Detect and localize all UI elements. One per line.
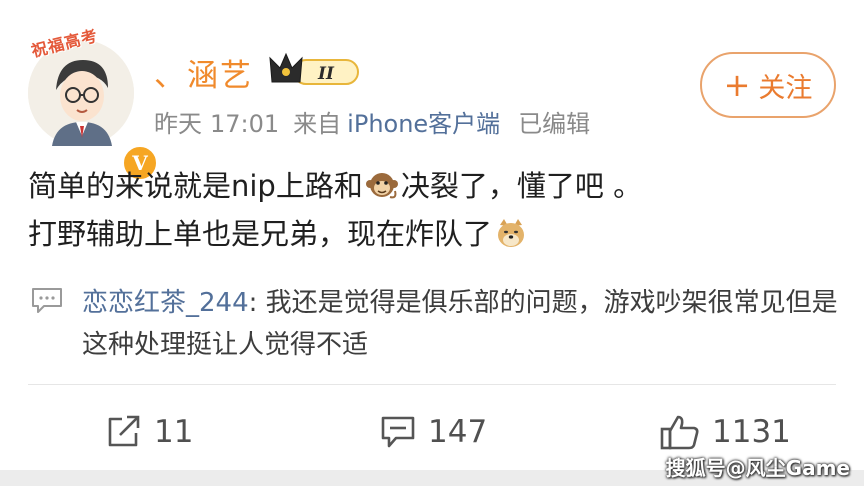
share-count: 11: [154, 414, 194, 450]
like-button[interactable]: 1131: [660, 412, 791, 452]
doge-emoji-icon: [498, 219, 525, 247]
crown-rank-badge-icon[interactable]: II: [268, 52, 362, 88]
comment-separator: :: [248, 288, 266, 318]
post-day: 昨天: [154, 110, 202, 138]
follow-button[interactable]: + 关注: [700, 52, 836, 118]
like-count: 1131: [712, 414, 791, 450]
post-text-segment-3: 打野辅助上单也是兄弟，现在炸队了: [28, 217, 493, 251]
comment-bubble-icon: [32, 288, 62, 313]
post-text-segment-2: 决裂了，懂了吧 。: [400, 169, 643, 203]
author-avatar[interactable]: 祝福高考 V: [28, 26, 159, 182]
monkey-emoji-icon: [365, 173, 398, 199]
post-source-label: 来自: [293, 110, 342, 138]
post-time: 17:01: [210, 110, 280, 138]
post-meta: 昨天 17:01 来自 iPhone客户端 已编辑: [154, 104, 590, 139]
rank-badge-label: II: [317, 64, 335, 84]
post-line-1: 简单的来说就是nip上路和 决裂了，懂了吧 。: [28, 162, 838, 210]
post-client-link[interactable]: iPhone客户端: [347, 110, 500, 138]
comment-count: 147: [428, 414, 488, 450]
post-text-segment-1: 简单的来说就是nip上路和: [28, 169, 363, 203]
post-edited-label[interactable]: 已编辑: [518, 110, 590, 138]
watermark: 搜狐号@风尘Game: [665, 456, 850, 480]
share-icon: [108, 415, 140, 447]
comment-username[interactable]: 恋恋红茶_244: [82, 288, 249, 318]
thumbs-up-icon: [660, 415, 699, 450]
comment-body: 恋恋红茶_244: 我还是觉得是俱乐部的问题，游戏吵架很常见但是这种处理挺让人觉…: [82, 282, 842, 366]
divider: [28, 384, 836, 385]
post-text: 简单的来说就是nip上路和 决裂了，懂了吧 。 打野辅助上单也是兄弟，现在炸队了: [28, 162, 838, 258]
author-name[interactable]: 、涵艺: [154, 50, 253, 95]
share-button[interactable]: 11: [106, 412, 193, 452]
post-line-2: 打野辅助上单也是兄弟，现在炸队了: [28, 210, 838, 258]
comment-button[interactable]: 147: [380, 412, 487, 452]
comment-icon: [381, 416, 415, 448]
follow-button-label: 关注: [758, 72, 813, 104]
plus-icon: +: [723, 66, 751, 104]
